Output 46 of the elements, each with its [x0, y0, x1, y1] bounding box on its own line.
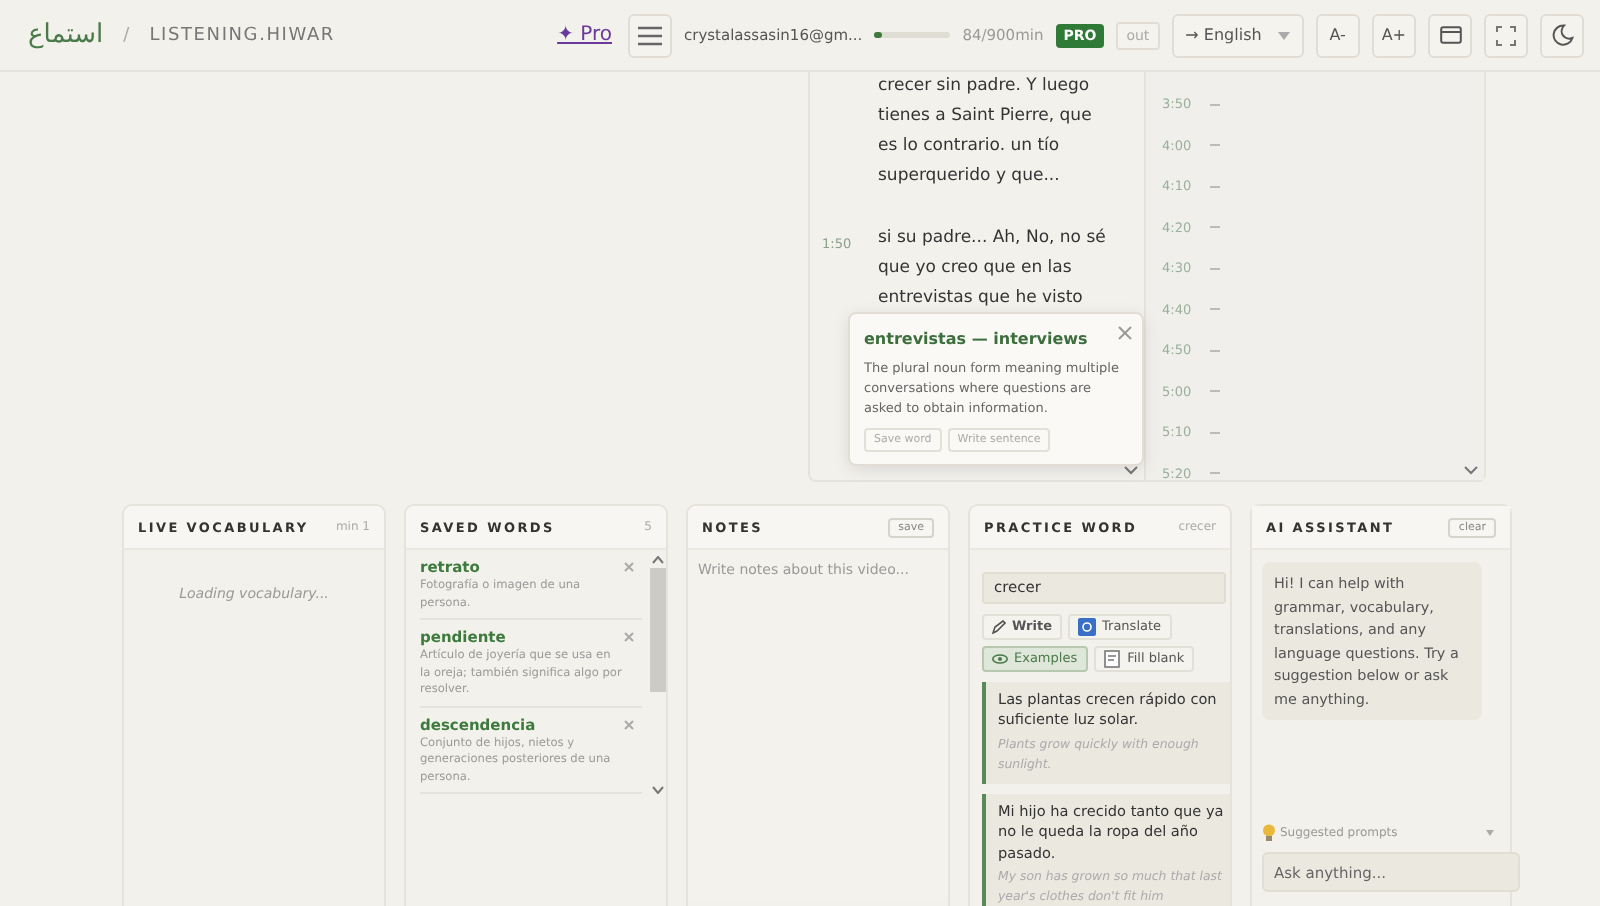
fullscreen-icon — [1496, 25, 1516, 45]
font-size-button[interactable]: A+ — [1371, 13, 1416, 57]
memo-icon — [1103, 649, 1122, 667]
scroll-down-icon[interactable] — [652, 786, 664, 794]
page-title: استماع — [28, 20, 104, 50]
breadcrumb-separator: / — [123, 25, 130, 45]
font-size-button[interactable]: A- — [1315, 13, 1360, 57]
chevron-down-icon[interactable] — [1124, 466, 1138, 476]
caret-icon — [1486, 830, 1494, 836]
timeline-mark — [1210, 185, 1220, 188]
pencil-icon — [992, 619, 1006, 633]
eye-icon — [992, 653, 1008, 663]
panel-icon — [1439, 26, 1461, 44]
timeline-mark — [1210, 472, 1220, 475]
popup-word: entrevistas — [864, 330, 967, 348]
menu-button[interactable] — [628, 13, 672, 57]
timeline-mark — [1210, 267, 1220, 270]
fullscreen-button[interactable] — [1484, 13, 1528, 57]
caret-icon — [1277, 31, 1290, 39]
timeline-mark — [1210, 103, 1220, 106]
translate-icon — [1078, 617, 1097, 635]
scrollbar[interactable] — [650, 550, 666, 800]
scroll-up-icon[interactable] — [652, 556, 664, 564]
close-icon[interactable] — [1118, 326, 1132, 340]
menu-icon — [638, 25, 662, 45]
remove-icon[interactable] — [624, 632, 634, 642]
breadcrumb-path: LISTENING.HIWAR — [149, 25, 335, 45]
timeline-mark — [1210, 431, 1220, 434]
moon-icon — [1551, 24, 1573, 46]
popup-translation: interviews — [993, 330, 1088, 348]
lightbulb-icon — [1262, 824, 1276, 842]
remove-icon[interactable] — [624, 562, 634, 572]
remove-icon[interactable] — [624, 719, 634, 729]
pro-link[interactable]: ✦ Pro — [557, 24, 612, 46]
popup-dash: — — [971, 330, 988, 348]
timeline-mark — [1210, 226, 1220, 229]
transcript-text: crecer sin padre. Y luego tienes a Saint Pierre, que es lo contrario. un tío superquerido y que... — [878, 74, 1094, 190]
chevron-down-icon[interactable] — [1464, 466, 1478, 476]
language-select[interactable]: → English — [1171, 13, 1304, 57]
layout-button[interactable] — [1428, 13, 1472, 57]
timeline-mark — [1210, 308, 1220, 311]
timeline-mark — [1210, 390, 1220, 393]
theme-button[interactable] — [1540, 13, 1584, 57]
transcript-text: si su padre... Ah, No, no sé que yo creo que en las entrevistas que he visto — [878, 226, 1108, 312]
timeline-mark — [1210, 144, 1220, 147]
timeline-mark — [1210, 349, 1220, 352]
